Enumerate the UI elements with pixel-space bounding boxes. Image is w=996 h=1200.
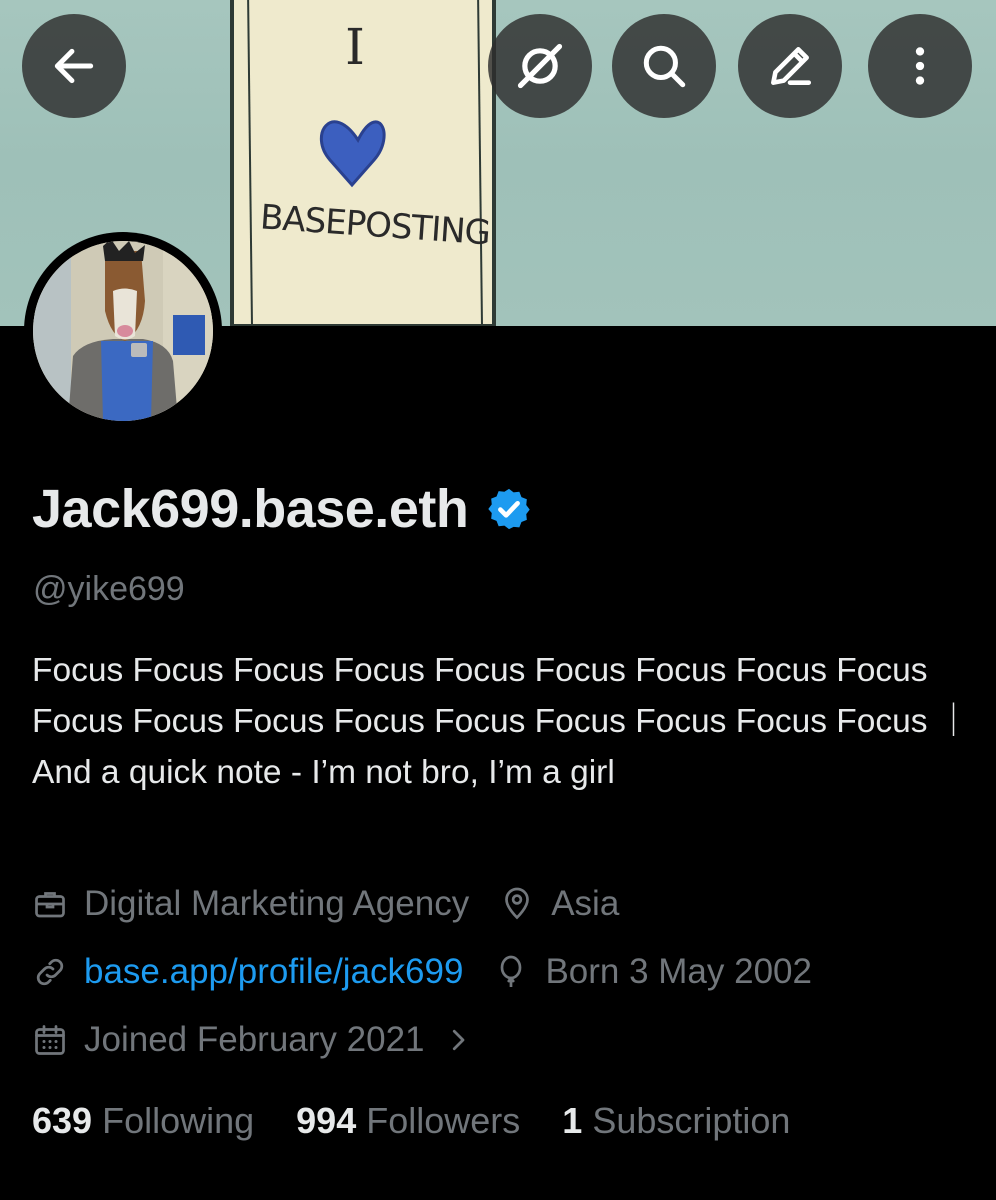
- display-name: Jack699.base.eth: [32, 478, 532, 540]
- followers-label: Followers: [366, 1100, 521, 1141]
- banner-letter: I: [345, 18, 365, 76]
- website-link[interactable]: base.app/profile/jack699: [84, 952, 463, 992]
- calendar-icon: [35, 1025, 65, 1055]
- subscription-stat[interactable]: 1 Subscription: [562, 1100, 790, 1142]
- profile-bio: Focus Focus Focus Focus Focus Focus Focu…: [32, 652, 971, 791]
- grok-button[interactable]: [488, 14, 592, 118]
- subscription-label: Subscription: [592, 1100, 791, 1141]
- website-item[interactable]: base.app/profile/jack699: [32, 952, 463, 992]
- chevron-right-icon: [452, 1029, 464, 1051]
- back-button[interactable]: [22, 14, 126, 118]
- grok-icon: [517, 43, 563, 89]
- subscription-count: 1: [562, 1100, 583, 1141]
- profile-meta-row-2: base.app/profile/jack699 Born 3 May 2002: [32, 952, 812, 992]
- briefcase-icon: [35, 892, 65, 918]
- balloon-icon: [501, 955, 522, 987]
- joined-text: Joined February 2021: [84, 1020, 425, 1059]
- edit-button[interactable]: [738, 14, 842, 118]
- category-item: Digital Marketing Agency: [32, 884, 469, 924]
- verified-badge-icon[interactable]: [486, 486, 532, 532]
- profile-meta-row-3[interactable]: Joined February 2021: [32, 1020, 473, 1060]
- joined-item[interactable]: Joined February 2021: [32, 1020, 473, 1060]
- link-icon: [36, 958, 64, 986]
- more-button[interactable]: [868, 14, 972, 118]
- avatar[interactable]: [24, 232, 222, 430]
- profile-stats: 639 Following 994 Followers 1 Subscription: [32, 1100, 832, 1142]
- following-count: 639: [32, 1100, 93, 1141]
- followers-count: 994: [296, 1100, 357, 1141]
- more-vertical-icon: [915, 47, 925, 85]
- display-name-text: Jack699.base.eth: [32, 479, 469, 539]
- following-stat[interactable]: 639 Following: [32, 1100, 254, 1142]
- category-text: Digital Marketing Agency: [84, 884, 470, 923]
- location-text: Asia: [551, 884, 620, 923]
- location-pin-icon: [505, 887, 530, 920]
- search-icon: [643, 45, 686, 88]
- avatar-image: [33, 241, 213, 421]
- search-button[interactable]: [612, 14, 716, 118]
- birthday-text: Born 3 May 2002: [545, 952, 812, 991]
- birthday-item: Born 3 May 2002: [493, 952, 812, 992]
- edit-icon: [771, 47, 812, 85]
- location-item: Asia: [499, 884, 619, 924]
- arrow-left-icon: [54, 48, 94, 84]
- profile-meta-row-1: Digital Marketing Agency Asia: [32, 884, 619, 924]
- followers-stat[interactable]: 994 Followers: [296, 1100, 520, 1142]
- following-label: Following: [102, 1100, 255, 1141]
- user-handle: @yike699: [33, 570, 185, 608]
